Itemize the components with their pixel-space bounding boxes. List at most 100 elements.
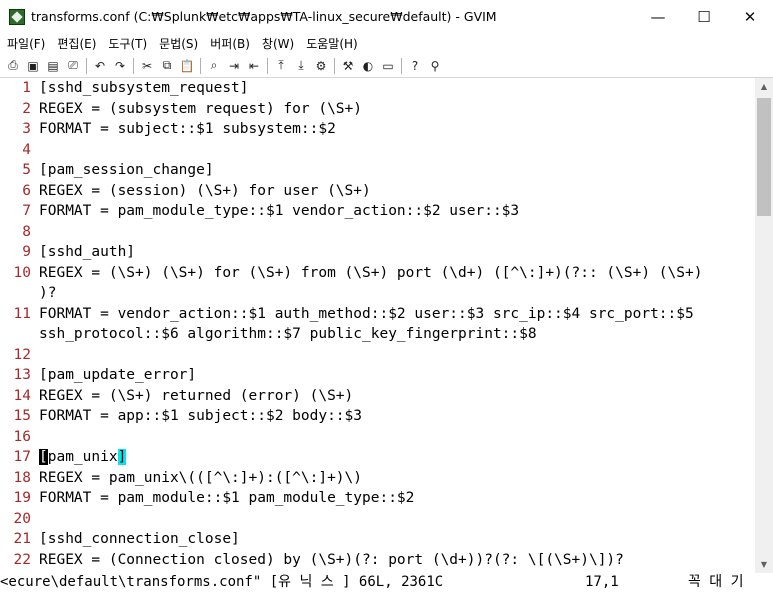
redo-icon[interactable]: ↷ [110, 56, 130, 76]
find-prev-icon[interactable]: ⇤ [244, 56, 264, 76]
line-number: 1 [22, 80, 31, 96]
toolbar-separator [86, 57, 87, 74]
line-text: REGEX = (session) (\S+) for user (\S+) [39, 182, 371, 199]
line-number: 10 [13, 264, 31, 281]
save-all-icon[interactable]: ▤ [43, 56, 63, 76]
vertical-scrollbar[interactable]: ▲ ▼ [755, 78, 773, 573]
editor-line: 20 [0, 509, 755, 530]
line-number: 13 [13, 367, 31, 383]
minimize-icon: — [650, 7, 666, 26]
editor-line: )? [0, 283, 755, 304]
cut-icon[interactable]: ✂ [137, 56, 157, 76]
scrollbar-thumb[interactable] [757, 98, 771, 216]
line-number: 7 [22, 203, 31, 219]
editor-line: 18 REGEX = pam_unix\(([^\:]+):([^\:]+)\) [0, 468, 755, 489]
scroll-up-icon[interactable]: ▲ [755, 78, 773, 95]
line-text [31, 509, 39, 530]
editor-line: 7 FORMAT = pam_module_type::$1 vendor_act… [0, 201, 755, 222]
editor-line: 16 [0, 427, 755, 448]
editor-line: 2 REGEX = (subsystem request) for (\S+) [0, 99, 755, 120]
window-controls: — ☐ ✕ [635, 0, 773, 33]
gvim-app-icon [9, 8, 25, 25]
editor-line: 22 REGEX = (Connection closed) by (\S+)(?… [0, 550, 755, 571]
line-text: FORMAT = app::$1 subject::$2 body::$3 [39, 408, 363, 424]
close-button[interactable]: ✕ [727, 0, 773, 33]
line-number: 2 [22, 100, 31, 117]
menu-tools[interactable]: 도구(T) [101, 35, 152, 52]
line-number: 15 [13, 408, 31, 424]
line-number: 6 [22, 182, 31, 199]
shell-icon[interactable]: ◐ [358, 56, 378, 76]
line-number: 20 [13, 510, 31, 527]
menu-window[interactable]: 창(W) [255, 35, 299, 52]
menu-bar: 파일(F) 편집(E) 도구(T) 문법(S) 버퍼(B) 창(W) 도움말(H… [0, 33, 773, 54]
editor-line: 11 FORMAT = vendor_action::$1 auth_method… [0, 304, 755, 325]
print-icon[interactable]: ⎚ [63, 56, 83, 76]
menu-buffers[interactable]: 버퍼(B) [203, 35, 255, 52]
line-text [31, 140, 39, 161]
find-replace-icon[interactable]: ⌕ [204, 56, 224, 76]
maximize-button[interactable]: ☐ [681, 0, 727, 33]
find-help-icon[interactable]: ⚲ [425, 56, 445, 76]
line-number [0, 283, 31, 304]
line-text: REGEX = (\S+) (\S+) for (\S+) from (\S+)… [39, 264, 703, 281]
line-number: 11 [13, 305, 31, 322]
ctags-icon[interactable]: ▭ [378, 56, 398, 76]
toolbar-separator [133, 57, 134, 74]
matching-bracket-highlight: ] [117, 449, 127, 465]
minimize-button[interactable]: — [635, 0, 681, 33]
close-icon: ✕ [743, 7, 757, 26]
status-cursor-position: 17,1 [585, 574, 619, 590]
status-file-info: <ecure\default\transforms.conf" [유 닉 스 ]… [0, 574, 444, 590]
text-cursor: [ [39, 449, 48, 465]
line-number: 21 [13, 531, 31, 547]
copy-icon[interactable]: ⧉ [157, 56, 177, 76]
run-script-icon[interactable]: ⚙ [311, 56, 331, 76]
line-text: FORMAT = pam_module::$1 pam_module_type:… [39, 490, 415, 506]
scroll-down-icon[interactable]: ▼ [755, 556, 773, 573]
line-number: 9 [22, 244, 31, 260]
save-session-icon[interactable]: ⤓ [291, 56, 311, 76]
editor-line: 14 REGEX = (\S+) returned (error) (\S+) [0, 386, 755, 407]
line-text: ssh_protocol::$6 algorithm::$7 public_ke… [39, 326, 537, 342]
command-line[interactable]: <ecure\default\transforms.conf" [유 닉 스 ]… [0, 573, 773, 594]
editor-line: 8 [0, 222, 755, 243]
editor-line: 15 FORMAT = app::$1 subject::$2 body::$3 [0, 406, 755, 427]
make-icon[interactable]: ⚒ [338, 56, 358, 76]
line-text: [sshd_connection_close] [39, 531, 240, 547]
window-title: transforms.conf (C:₩Splunk₩etc₩apps₩TA-l… [31, 9, 497, 24]
line-number: 3 [22, 121, 31, 137]
line-text [31, 222, 39, 243]
title-bar[interactable]: transforms.conf (C:₩Splunk₩etc₩apps₩TA-l… [0, 0, 773, 33]
menu-syntax[interactable]: 문법(S) [152, 35, 203, 52]
editor-text-area[interactable]: 1 [sshd_subsystem_request] 2 REGEX = (subsy… [0, 78, 755, 573]
editor-line: 10 REGEX = (\S+) (\S+) for (\S+) from (\S… [0, 263, 755, 284]
line-number: 8 [22, 223, 31, 240]
editor-line: 21 [sshd_connection_close] [0, 529, 755, 550]
load-session-icon[interactable]: ⤒ [271, 56, 291, 76]
help-icon[interactable]: ? [405, 56, 425, 76]
editor-line: ssh_protocol::$6 algorithm::$7 public_ke… [0, 324, 755, 345]
line-number: 22 [13, 551, 31, 568]
line-number: 18 [13, 469, 31, 486]
save-icon[interactable]: ▣ [23, 56, 43, 76]
editor-line: 17 [pam_unix] [0, 447, 755, 468]
menu-edit[interactable]: 편집(E) [50, 35, 101, 52]
line-text: [pam_update_error] [39, 367, 197, 383]
line-text: [sshd_auth] [39, 244, 136, 260]
toolbar-separator [334, 57, 335, 74]
menu-help[interactable]: 도움말(H) [299, 35, 363, 52]
line-text: [pam_session_change] [39, 162, 214, 178]
editor-line: 4 [0, 140, 755, 161]
paste-icon[interactable]: 📋 [177, 56, 197, 76]
line-text [31, 427, 39, 448]
line-number [0, 324, 31, 345]
line-number: 12 [13, 346, 31, 363]
undo-icon[interactable]: ↶ [90, 56, 110, 76]
line-number: 17 [13, 449, 31, 465]
line-text: )? [39, 285, 57, 301]
find-next-icon[interactable]: ⇥ [224, 56, 244, 76]
open-icon[interactable]: ⎙ [3, 56, 23, 76]
line-text: REGEX = (subsystem request) for (\S+) [39, 100, 363, 117]
menu-file[interactable]: 파일(F) [0, 35, 50, 52]
